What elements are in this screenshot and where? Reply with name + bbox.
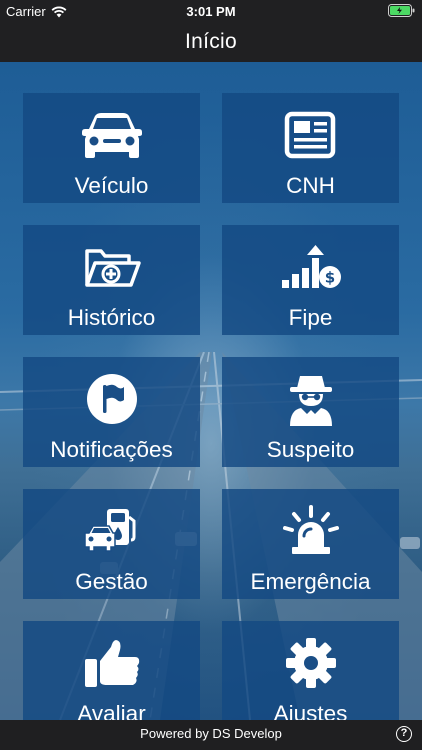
- tile-label: Histórico: [67, 305, 156, 330]
- tile-label: Ajustes: [273, 701, 348, 720]
- folder-add-icon: [23, 239, 200, 295]
- tile-notificacoes[interactable]: Notificações: [23, 357, 200, 467]
- tile-label: Gestão: [75, 569, 148, 594]
- clock: 3:01 PM: [186, 4, 236, 19]
- tile-avaliar[interactable]: Avaliar: [23, 621, 200, 720]
- tile-cnh[interactable]: CNH: [222, 93, 399, 203]
- battery-icon: [388, 4, 416, 20]
- tile-label: CNH: [286, 173, 335, 198]
- tile-label: Fipe: [288, 305, 333, 330]
- tile-label: Suspeito: [266, 437, 355, 462]
- navigation-bar: Início: [0, 22, 422, 62]
- status-bar: Carrier 3:01 PM: [0, 0, 422, 22]
- tile-label: Emergência: [250, 569, 371, 594]
- siren-icon: [222, 503, 399, 559]
- tile-historico[interactable]: Histórico: [23, 225, 200, 335]
- tile-label: Notificações: [50, 437, 173, 462]
- tile-emergencia[interactable]: Emergência: [222, 489, 399, 599]
- spy-icon: [222, 371, 399, 427]
- chart-dollar-icon: $: [222, 239, 399, 295]
- tile-fipe[interactable]: $ Fipe: [222, 225, 399, 335]
- gear-icon: [222, 635, 399, 691]
- car-fuel-icon: [23, 503, 200, 559]
- tile-label: Veículo: [74, 173, 149, 198]
- help-icon[interactable]: ?: [396, 726, 412, 742]
- tile-label: Avaliar: [77, 701, 146, 720]
- flag-icon: [23, 371, 200, 427]
- tile-ajustes[interactable]: Ajustes: [222, 621, 399, 720]
- tile-gestao[interactable]: Gestão: [23, 489, 200, 599]
- tile-suspeito[interactable]: Suspeito: [222, 357, 399, 467]
- page-title: Início: [185, 30, 237, 53]
- newspaper-icon: [222, 107, 399, 163]
- car-icon: [23, 107, 200, 163]
- svg-text:$: $: [324, 269, 334, 287]
- thumbs-up-icon: [23, 635, 200, 691]
- powered-by-text: Powered by DS Develop: [140, 726, 282, 741]
- menu-area[interactable]: Veículo CNH Histórico $ Fipe Notificaçõe…: [0, 62, 422, 720]
- tile-veiculo[interactable]: Veículo: [23, 93, 200, 203]
- footer: Powered by DS Develop ?: [0, 720, 422, 750]
